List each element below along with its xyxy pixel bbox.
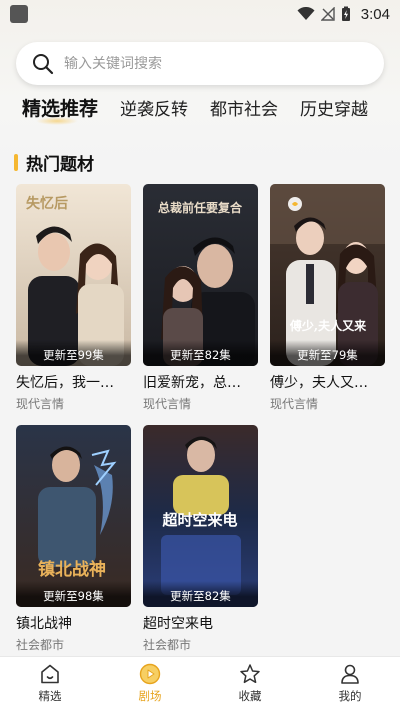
episode-badge: 更新至79集 (270, 340, 385, 366)
episode-badge: 更新至82集 (143, 340, 258, 366)
play-circle-icon (139, 663, 161, 685)
drama-poster[interactable]: 超时空来电 更新至82集 (143, 425, 258, 607)
status-bar: 3:04 (0, 0, 400, 28)
tab-history[interactable]: 历史穿越 (300, 95, 368, 120)
episode-badge: 更新至98集 (16, 581, 131, 607)
drama-title[interactable]: 超时空来电 (143, 613, 258, 633)
star-icon (240, 664, 260, 684)
drama-card[interactable]: 失忆后 更新至99集 失忆后，我一… 现代言情 (16, 184, 131, 412)
search-bar[interactable] (16, 42, 384, 85)
drama-genre: 社会都市 (16, 638, 65, 652)
poster-title-art: 超时空来电 (161, 511, 237, 529)
drama-title[interactable]: 旧爱新宠，总… (143, 372, 258, 392)
episode-badge: 更新至82集 (143, 581, 258, 607)
tab-featured[interactable]: 精选推荐 (22, 94, 98, 125)
category-tabs: 精选推荐 逆袭反转 都市社会 历史穿越 (22, 92, 368, 125)
drama-title[interactable]: 镇北战神 (16, 613, 131, 633)
nav-label: 剧场 (138, 689, 162, 703)
drama-card[interactable]: 超时空来电 更新至82集 超时空来电 社会都市 (143, 425, 258, 653)
nav-item-favorites[interactable]: 收藏 (200, 657, 300, 710)
drama-genre: 现代言情 (143, 397, 192, 411)
section-accent-bar (14, 154, 18, 171)
drama-card[interactable]: 镇北战神 更新至98集 镇北战神 社会都市 (16, 425, 131, 653)
nav-label: 收藏 (238, 689, 262, 703)
search-icon (33, 53, 54, 74)
drama-title[interactable]: 失忆后，我一… (16, 372, 131, 392)
drama-title[interactable]: 傅少，夫人又… (270, 372, 385, 392)
home-icon (41, 664, 59, 684)
section-header: 热门题材 (14, 150, 94, 175)
drama-poster[interactable]: 失忆后 更新至99集 (16, 184, 131, 366)
bottom-navigation: 精选 剧场 收藏 我的 (0, 656, 400, 710)
episode-badge: 更新至99集 (16, 340, 131, 366)
poster-title-art: 镇北战神 (38, 559, 106, 580)
no-signal-icon (320, 7, 335, 21)
nav-item-featured[interactable]: 精选 (0, 657, 100, 710)
drama-genre: 社会都市 (143, 638, 192, 652)
battery-charging-icon (341, 6, 350, 21)
wifi-icon (297, 7, 315, 20)
clock-time: 3:04 (360, 5, 390, 23)
section-title: 热门题材 (26, 155, 94, 175)
drama-genre: 现代言情 (16, 397, 65, 411)
drama-poster[interactable]: 总裁前任要复合 更新至82集 (143, 184, 258, 366)
tab-urban[interactable]: 都市社会 (210, 95, 278, 120)
drama-card[interactable]: 总裁前任要复合 更新至82集 旧爱新宠，总… 现代言情 (143, 184, 258, 412)
tab-comeback[interactable]: 逆袭反转 (120, 95, 188, 120)
user-icon (341, 664, 359, 684)
drama-genre: 现代言情 (270, 397, 319, 411)
poster-title-art: 傅少,夫人又来 (289, 318, 367, 333)
app-notification-icon (10, 5, 28, 23)
search-input[interactable] (64, 55, 344, 72)
drama-poster[interactable]: 傅少,夫人又来 更新至79集 (270, 184, 385, 366)
drama-card[interactable]: 傅少,夫人又来 更新至79集 傅少，夫人又… 现代言情 (270, 184, 385, 412)
poster-title-art: 失忆后 (26, 195, 68, 212)
nav-item-theater[interactable]: 剧场 (100, 657, 200, 710)
nav-label: 精选 (38, 689, 62, 703)
poster-title-art: 总裁前任要复合 (158, 200, 243, 215)
nav-item-profile[interactable]: 我的 (300, 657, 400, 710)
drama-poster[interactable]: 镇北战神 更新至98集 (16, 425, 131, 607)
nav-label: 我的 (338, 689, 362, 703)
